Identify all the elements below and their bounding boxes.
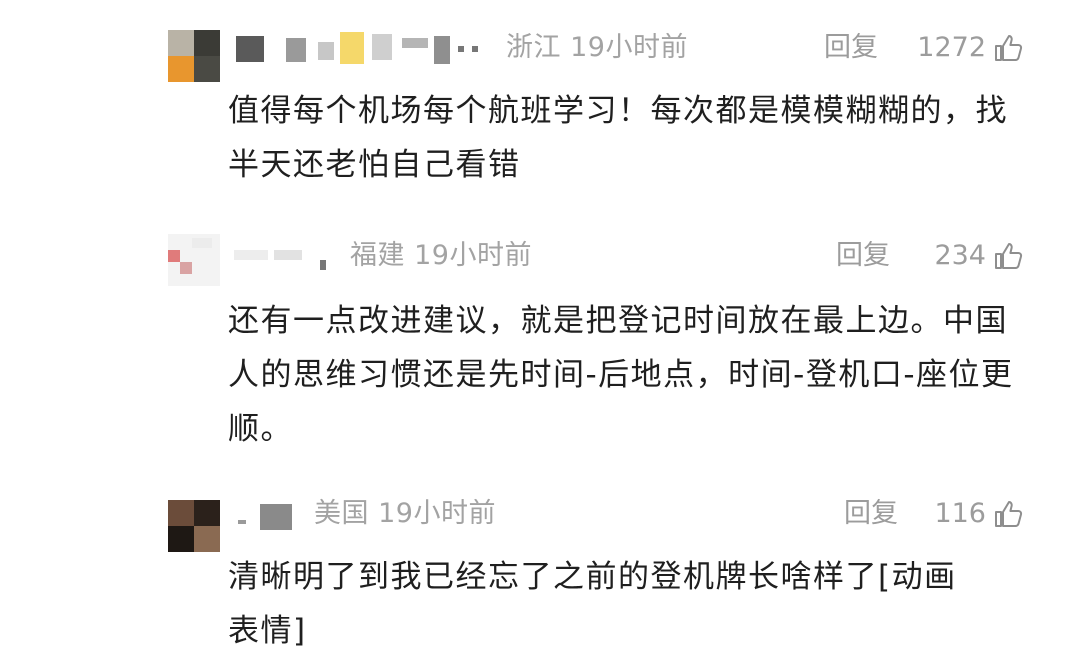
reply-button[interactable]: 回复 [836,236,890,276]
reply-button[interactable]: 回复 [824,28,878,68]
location-text: 福建 [350,240,405,271]
time-text: 19小时前 [414,240,532,271]
time-text: 19小时前 [378,498,496,529]
comment-text: 值得每个机场每个航班学习！每次都是模模糊糊的，找半天还老怕自己看错 [228,93,1008,183]
reply-button[interactable]: 回复 [844,494,898,534]
thumbs-up-icon[interactable] [992,498,1024,530]
comment-location-time: 福建 19小时前 [350,236,532,276]
like-count: 116 [934,498,986,529]
thumbs-up-icon[interactable] [992,32,1024,64]
location-text: 美国 [314,498,369,529]
like-count: 1272 [917,32,986,63]
comment-text: 清晰明了到我已经忘了之前的登机牌长啥样了[动画表情] [228,559,957,649]
like-count: 234 [934,240,986,271]
location-text: 浙江 [506,32,561,63]
thumbs-up-icon[interactable] [992,240,1024,272]
comment-location-time: 浙江 19小时前 [506,28,688,68]
username-blurred[interactable] [222,32,494,66]
comment-text: 还有一点改进建议，就是把登记时间放在最上边。中国人的思维习惯还是先时间-后地点，… [228,303,1014,447]
username-blurred[interactable] [228,240,338,274]
time-text: 19小时前 [570,32,688,63]
comment-location-time: 美国 19小时前 [314,494,496,534]
username-blurred[interactable] [228,498,304,532]
